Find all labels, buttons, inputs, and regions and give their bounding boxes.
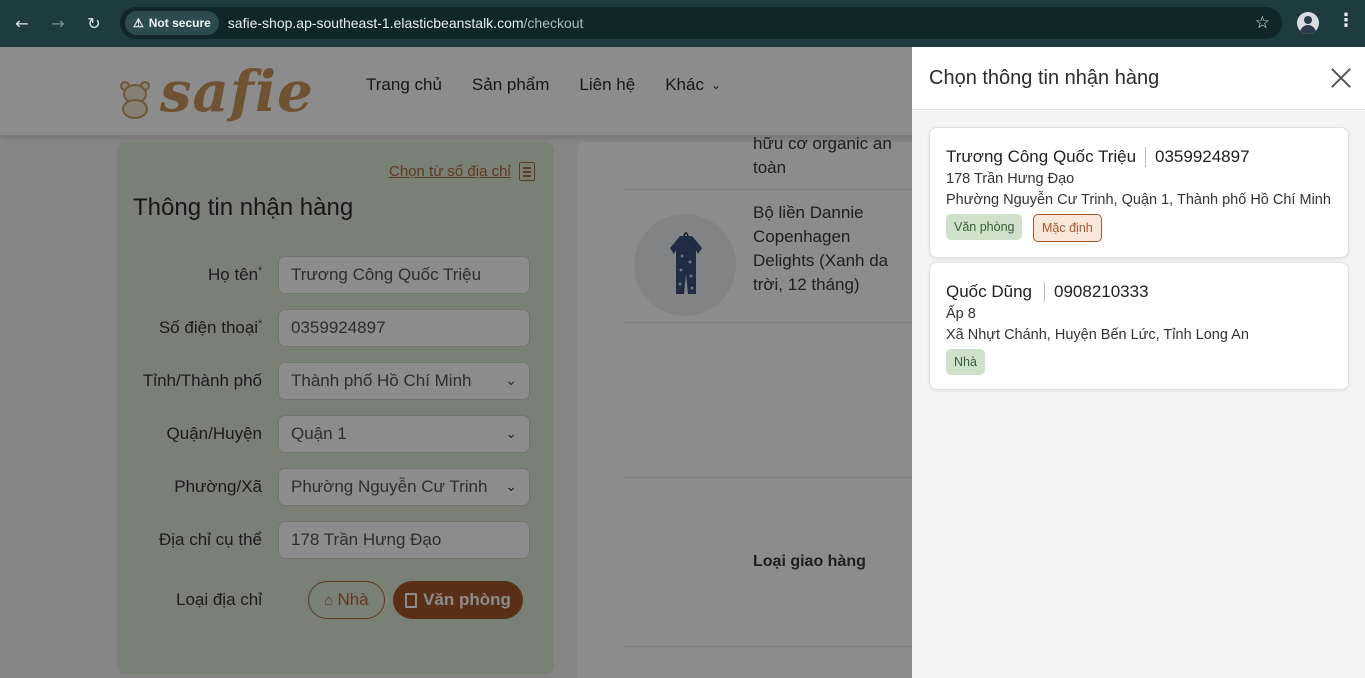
back-icon[interactable]: ← <box>11 12 33 34</box>
browser-toolbar: ← → ↻ ⚠ Not secure safie-shop.ap-southea… <box>0 0 1365 47</box>
address-name: Trương Công Quốc Triệu <box>946 147 1137 166</box>
address-name: Quốc Dũng <box>946 282 1032 301</box>
url-text[interactable]: safie-shop.ap-southeast-1.elasticbeansta… <box>228 15 584 31</box>
forward-icon[interactable]: → <box>47 12 69 34</box>
profile-avatar[interactable] <box>1297 12 1319 34</box>
address-region: Xã Nhựt Chánh, Huyện Bến Lức, Tỉnh Long … <box>946 327 1249 343</box>
drawer-header: Chọn thông tin nhận hàng <box>912 47 1365 110</box>
separator <box>1145 147 1146 167</box>
reload-icon[interactable]: ↻ <box>83 12 105 34</box>
address-region: Phường Nguyễn Cư Trinh, Quận 1, Thành ph… <box>946 192 1331 208</box>
drawer-body: Trương Công Quốc Triệu 0359924897 178 Tr… <box>912 111 1365 678</box>
address-card-2[interactable]: Quốc Dũng 0908210333 Ấp 8 Xã Nhựt Chánh,… <box>929 262 1349 390</box>
address-type-badge: Văn phòng <box>946 214 1023 240</box>
address-bar[interactable]: ⚠ Not secure safie-shop.ap-southeast-1.e… <box>120 7 1282 39</box>
separator <box>1044 282 1045 302</box>
address-picker-drawer: Chọn thông tin nhận hàng Trương Công Quố… <box>912 47 1365 678</box>
browser-menu-icon[interactable]: ⋮ <box>1337 10 1355 31</box>
not-secure-label: Not secure <box>148 16 211 30</box>
bookmark-star-icon[interactable]: ☆ <box>1255 13 1270 33</box>
address-card-1[interactable]: Trương Công Quốc Triệu 0359924897 178 Tr… <box>929 127 1349 258</box>
warning-icon: ⚠ <box>133 16 144 30</box>
address-type-badge: Nhà <box>946 349 985 375</box>
url-host: safie-shop.ap-southeast-1.elasticbeansta… <box>227 15 524 31</box>
address-street: Ấp 8 <box>946 306 976 322</box>
address-street: 178 Trần Hưng Đạo <box>946 171 1075 187</box>
address-phone: 0359924897 <box>1155 147 1250 166</box>
close-icon[interactable] <box>1330 67 1352 89</box>
address-phone: 0908210333 <box>1054 282 1149 301</box>
not-secure-badge[interactable]: ⚠ Not secure <box>125 11 219 35</box>
default-badge: Mặc định <box>1033 214 1102 242</box>
drawer-title: Chọn thông tin nhận hàng <box>929 67 1160 89</box>
url-path: /checkout <box>523 15 584 31</box>
